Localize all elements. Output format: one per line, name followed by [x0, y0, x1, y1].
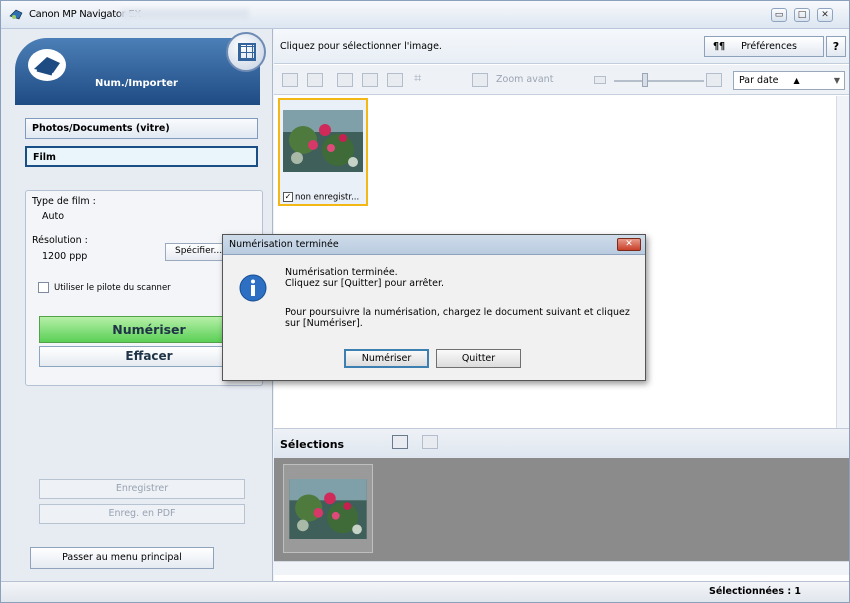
close-button[interactable]: ✕: [817, 8, 833, 22]
small-image-icon: [594, 76, 606, 84]
selections-area: [274, 458, 849, 561]
grid-view-icon[interactable]: [282, 73, 298, 87]
instruction-bar: Cliquez pour sélectionner l'image. ¶¶ Pré…: [274, 29, 849, 64]
selections-header: Sélections: [274, 428, 849, 458]
slider-handle[interactable]: [642, 73, 648, 87]
help-button[interactable]: ?: [826, 36, 846, 57]
dialog-title: Numérisation terminée: [223, 235, 645, 255]
dialog-quit-button[interactable]: Quitter: [436, 349, 521, 368]
maximize-button[interactable]: □: [794, 8, 810, 22]
preferences-button[interactable]: ¶¶ Préférences: [704, 36, 824, 57]
app-window: Canon MP Navigator EX ▭ □ ✕ Num./Importe…: [0, 0, 850, 603]
scanner-icon: [28, 49, 66, 81]
window-subtitle-blurred: [121, 9, 249, 20]
minimize-button[interactable]: ▭: [771, 8, 787, 22]
mode-film[interactable]: Film: [25, 146, 258, 167]
save-button[interactable]: Enregistrer: [39, 479, 245, 499]
sort-arrow-icon: ▲: [793, 76, 800, 85]
grid-icon: [238, 43, 256, 61]
save-pdf-button[interactable]: Enreg. en PDF: [39, 504, 245, 524]
resolution-value: 1200 ppp: [42, 251, 88, 262]
crop-icon[interactable]: ⌗: [414, 71, 430, 86]
header-title: Num./Importer: [95, 78, 178, 89]
scan-complete-dialog: Numérisation terminée ✕ Numérisation ter…: [222, 234, 646, 381]
flower-photo: [283, 110, 363, 172]
app-icon: [9, 9, 23, 20]
film-type-label: Type de film :: [32, 196, 96, 207]
film-type-value: Auto: [42, 211, 65, 222]
dialog-line2: Cliquez sur [Quitter] pour arrêter.: [285, 278, 444, 289]
rotate-left-icon[interactable]: [337, 73, 353, 87]
scan-import-header: Num./Importer: [15, 32, 266, 105]
dialog-line3: Pour poursuivre la numérisation, chargez…: [285, 307, 630, 318]
dialog-scan-button[interactable]: Numériser: [344, 349, 429, 368]
info-icon: [239, 274, 267, 302]
specify-button[interactable]: Spécifier...: [165, 243, 225, 261]
selected-count: Sélectionnées : 1: [709, 586, 802, 597]
preferences-label: Préférences: [741, 41, 797, 52]
use-driver-label: Utiliser le pilote du scanner: [54, 283, 171, 293]
dialog-line1: Numérisation terminée.: [285, 267, 398, 278]
selections-label: Sélections: [280, 438, 345, 451]
dialog-line4: sur [Numériser].: [285, 318, 363, 329]
select-all-icon[interactable]: [307, 73, 323, 87]
selected-flower-photo: [289, 479, 367, 539]
mode-photos-documents[interactable]: Photos/Documents (vitre): [25, 118, 258, 139]
use-driver-checkbox[interactable]: [38, 282, 49, 293]
selected-thumbnail[interactable]: [283, 464, 373, 553]
zoom-label: Zoom avant: [496, 74, 554, 85]
thumbnail-caption-text: non enregistr...: [295, 192, 360, 203]
dialog-close-button[interactable]: ✕: [617, 238, 641, 251]
resolution-label: Résolution :: [32, 235, 88, 246]
zoom-icon[interactable]: [472, 73, 488, 87]
preferences-icon: ¶¶: [713, 41, 726, 52]
thumbnail-caption: ✓ non enregistr...: [283, 192, 359, 203]
status-bar: Sélectionnées : 1: [1, 581, 849, 602]
sort-value: Par date: [739, 75, 779, 86]
selections-clear-icon[interactable]: [422, 435, 438, 449]
image-thumbnail[interactable]: ✓ non enregistr...: [278, 98, 368, 206]
horizontal-scrollbar[interactable]: [274, 561, 849, 575]
thumbnail-size-slider[interactable]: [614, 80, 704, 82]
rotate-right-icon[interactable]: [362, 73, 378, 87]
view-grid-button[interactable]: [226, 32, 266, 72]
image-toolbar: ⌗ Zoom avant Par date ▲ ▼: [274, 65, 849, 95]
flip-icon[interactable]: [387, 73, 403, 87]
large-image-icon: [706, 73, 722, 87]
chevron-down-icon[interactable]: ▼: [834, 76, 840, 85]
instruction-text: Cliquez pour sélectionner l'image.: [280, 41, 442, 52]
main-menu-button[interactable]: Passer au menu principal: [30, 547, 214, 569]
sort-dropdown[interactable]: Par date ▲ ▼: [733, 71, 845, 90]
title-bar: Canon MP Navigator EX ▭ □ ✕: [1, 1, 849, 29]
selections-grid-icon[interactable]: [392, 435, 408, 449]
vertical-scrollbar[interactable]: [836, 96, 849, 428]
thumbnail-checkbox[interactable]: ✓: [283, 192, 293, 202]
